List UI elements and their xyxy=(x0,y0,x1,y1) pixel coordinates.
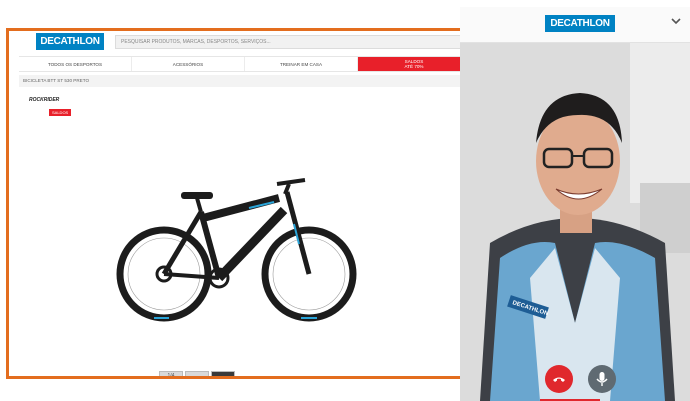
thumbnail-3[interactable] xyxy=(211,371,235,376)
mute-microphone-button[interactable] xyxy=(588,365,616,393)
call-header: DECATHLON xyxy=(460,7,690,43)
main-nav: TODOS OS DESPORTOS ACESSÓRIOS TREINAR EM… xyxy=(19,56,471,72)
site-header: DECATHLON PESQUISAR PRODUTOS, MARCAS, DE… xyxy=(9,31,476,55)
nav-item-all-sports[interactable]: TODOS OS DESPORTOS xyxy=(19,57,132,71)
thumbnail-2[interactable] xyxy=(185,371,209,376)
breadcrumb: BICICLETA BTT ST 530 PRETO xyxy=(19,75,471,87)
thumbnail-1[interactable]: 1/4 xyxy=(159,371,183,376)
call-decathlon-logo: DECATHLON xyxy=(545,15,615,32)
product-image-bicycle[interactable] xyxy=(109,156,369,331)
search-input[interactable]: PESQUISAR PRODUTOS, MARCAS, DESPORTOS, S… xyxy=(115,35,471,49)
nav-item-accessories[interactable]: ACESSÓRIOS xyxy=(132,57,245,71)
nav-item-train-at-home[interactable]: TREINAR EM CASA xyxy=(245,57,358,71)
store-website-frame: DECATHLON PESQUISAR PRODUTOS, MARCAS, DE… xyxy=(6,28,476,379)
nav-item-sales[interactable]: SALDOS ATÉ 70% xyxy=(358,57,471,71)
video-call-panel: DECATHLON DECATHLON xyxy=(460,7,690,401)
microphone-icon xyxy=(596,372,608,386)
thumbnail-strip: 1/4 xyxy=(159,371,235,376)
hang-up-button[interactable] xyxy=(545,365,573,393)
decathlon-logo[interactable]: DECATHLON xyxy=(36,33,104,50)
promo-badge: SALDOS xyxy=(49,109,72,116)
chevron-down-icon[interactable] xyxy=(670,15,682,27)
nav-sales-line2: ATÉ 70% xyxy=(404,64,424,69)
product-brand: ROCKRIDER xyxy=(29,97,60,103)
video-feed-agent: DECATHLON xyxy=(460,43,690,401)
hangup-icon xyxy=(553,377,565,382)
